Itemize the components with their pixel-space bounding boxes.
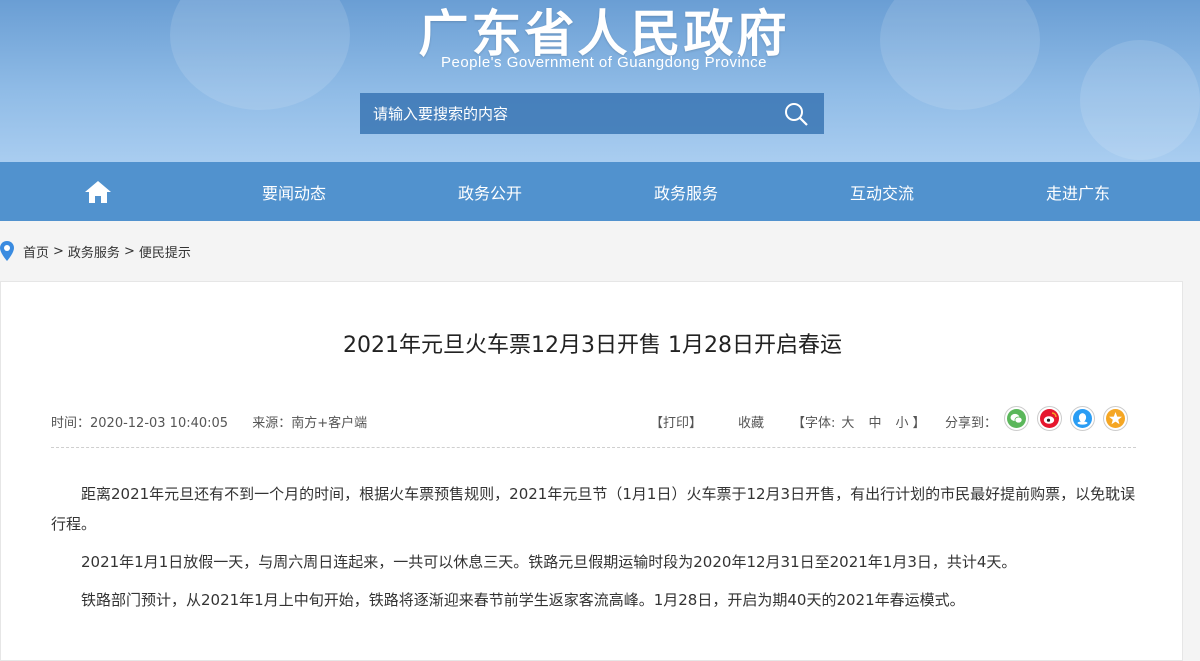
nav-item-services[interactable]: 政务服务: [588, 162, 784, 221]
breadcrumb-services[interactable]: 政务服务: [68, 242, 120, 261]
article-title: 2021年元旦火车票12月3日开售 1月28日开启春运: [343, 333, 842, 358]
wechat-icon: [1007, 409, 1026, 428]
article-meta: 时间：2020-12-03 10:40:05 来源：南方+客户端 【打印】 收藏…: [51, 400, 1136, 448]
qq-icon: [1073, 409, 1092, 428]
nav-item-news[interactable]: 要闻动态: [196, 162, 392, 221]
qzone-icon: [1106, 409, 1125, 428]
print-button[interactable]: 【打印】: [650, 412, 702, 431]
home-icon: [85, 180, 111, 203]
share-label: 分享到：: [945, 416, 998, 431]
nav-item-public-affairs[interactable]: 政务公开: [392, 162, 588, 221]
weibo-icon: [1040, 409, 1059, 428]
publish-time: 时间：2020-12-03 10:40:05: [51, 416, 229, 431]
search-bar: [360, 93, 824, 134]
article-paragraph: 铁路部门预计，从2021年1月上中旬开始，铁路将逐渐迎来春节前学生返家客流高峰。…: [81, 591, 965, 609]
breadcrumb-home[interactable]: 首页: [23, 242, 49, 261]
nav-item-interaction[interactable]: 互动交流: [784, 162, 980, 221]
nav-item-about[interactable]: 走进广东: [980, 162, 1176, 221]
article-source: 来源：南方+客户端: [252, 416, 368, 431]
font-small-button[interactable]: 小: [895, 412, 908, 431]
search-input[interactable]: [360, 93, 768, 134]
font-size-label: 【字体:: [792, 416, 836, 431]
location-pin-icon: [0, 241, 14, 261]
article-body: 距离2021年元旦还有不到一个月的时间，根据火车票预售规则，2021年元旦节（1…: [51, 479, 1136, 623]
article-paragraph: 距离2021年元旦还有不到一个月的时间，根据火车票预售规则，2021年元旦节（1…: [51, 485, 1136, 533]
nav-home[interactable]: [0, 162, 196, 221]
share-qzone-button[interactable]: [1103, 406, 1128, 431]
share-weibo-button[interactable]: [1037, 406, 1062, 431]
search-button[interactable]: [768, 93, 824, 134]
breadcrumb-separator: >: [53, 243, 64, 259]
article-paragraph: 2021年1月1日放假一天，与周六周日连起来，一共可以休息三天。铁路元旦假期运输…: [81, 553, 1017, 571]
main-nav: 要闻动态 政务公开 政务服务 互动交流 走进广东: [0, 162, 1200, 221]
article-card: 2021年元旦火车票12月3日开售 1月28日开启春运 时间：2020-12-0…: [0, 281, 1183, 661]
search-icon: [785, 102, 808, 126]
font-medium-button[interactable]: 中: [868, 412, 881, 431]
share-wechat-button[interactable]: [1004, 406, 1029, 431]
favorite-button[interactable]: 收藏: [738, 412, 764, 431]
site-subtitle: People's Government of Guangdong Provinc…: [440, 54, 768, 71]
breadcrumb-separator: >: [123, 243, 135, 259]
share-qq-button[interactable]: [1070, 406, 1095, 431]
breadcrumb: 首页 > 政务服务 > 便民提示: [0, 221, 1200, 281]
breadcrumb-tips[interactable]: 便民提示: [139, 242, 191, 261]
font-large-button[interactable]: 大: [841, 412, 854, 431]
font-size-close: 】: [912, 416, 926, 431]
header-banner: 广东省人民政府 People's Government of Guangdong…: [0, 0, 1200, 162]
